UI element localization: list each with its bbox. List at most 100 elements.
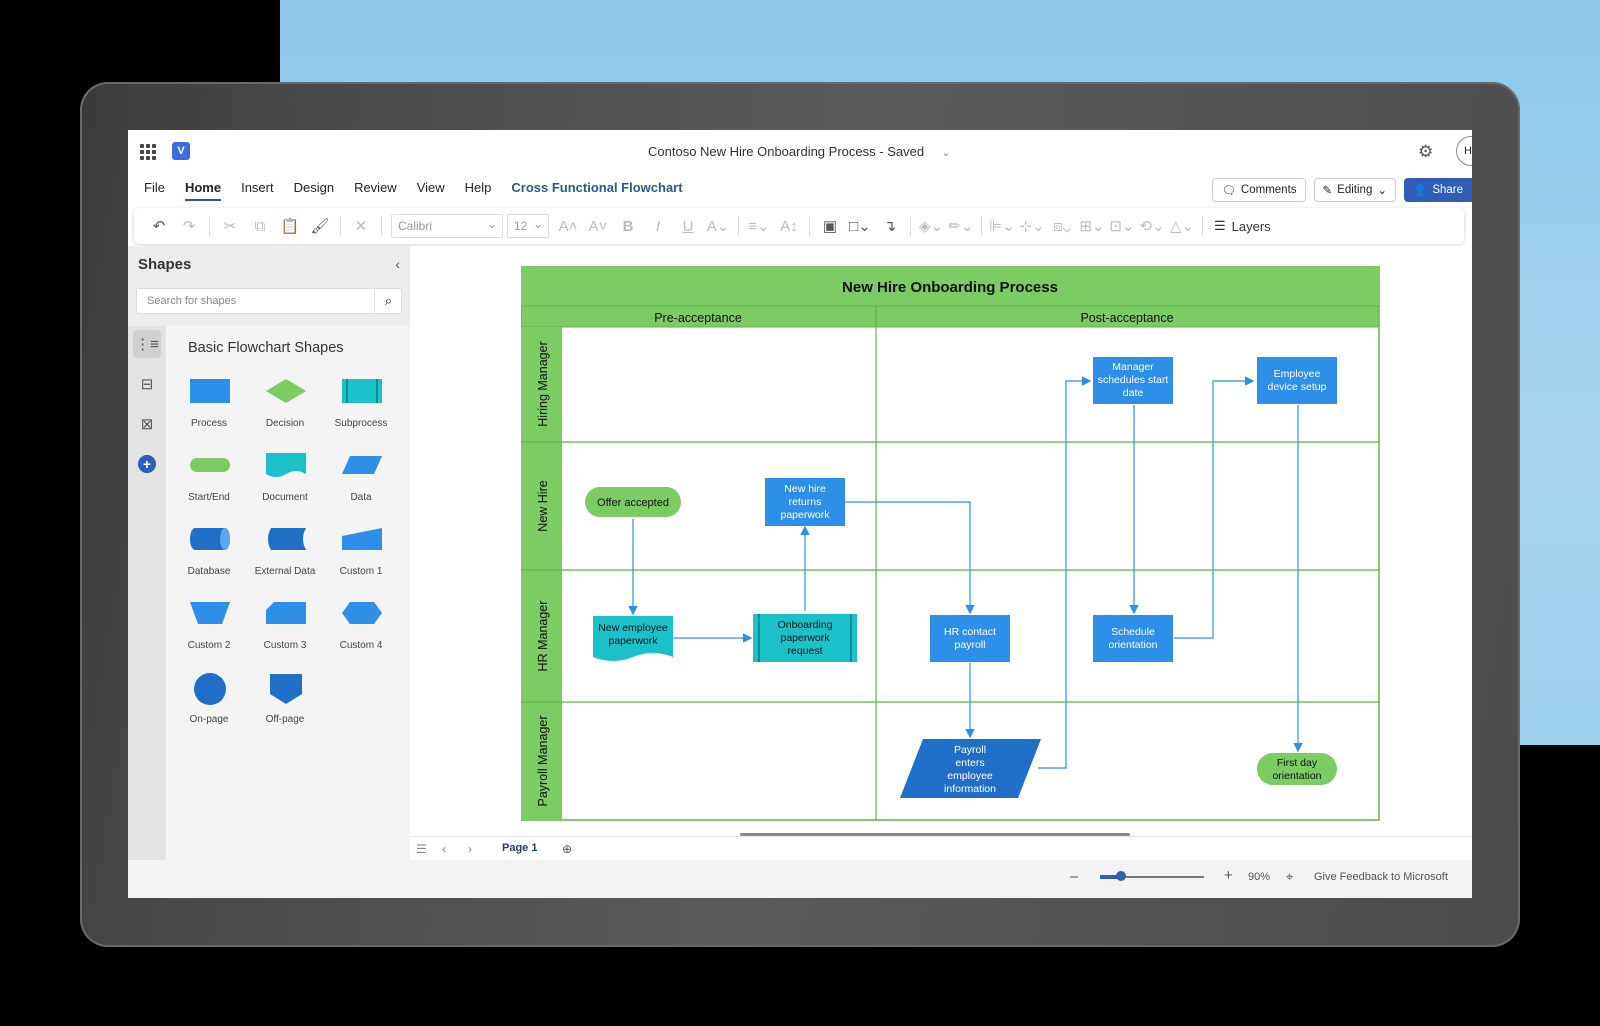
node-manager-schedules-start-date[interactable]: Manager schedules start date [1093,357,1173,404]
search-icon[interactable]: ⌕ [374,289,402,313]
shape-process[interactable]: Process [171,370,247,442]
italic-icon[interactable]: I [643,212,673,240]
shape-on-page[interactable]: On-page [171,666,247,738]
flowchart-stencil-icon[interactable]: ⋮≡ [133,330,161,358]
lane-new-hire[interactable]: New Hire [536,480,550,531]
fit-to-window-icon[interactable]: ⌖ [1286,869,1293,885]
page-tab[interactable]: Page 1 [502,842,537,854]
lane-hr-manager[interactable]: HR Manager [536,601,550,672]
cut-icon[interactable]: ✂ [215,212,245,240]
shape-custom-4[interactable]: Custom 4 [323,592,399,664]
text-box-icon[interactable]: ▣ [815,212,845,240]
connector-icon[interactable]: ↴ [875,212,905,240]
shape-database[interactable]: Database [171,518,247,590]
node-employee-device-setup[interactable]: Employee device setup [1257,357,1337,404]
size-icon[interactable]: ⊡⌄ [1107,212,1137,240]
node-new-hire-returns-paperwork[interactable]: New hire returns paperwork [765,478,845,526]
diagram-title[interactable]: New Hire Onboarding Process [842,279,1058,296]
text-size-icon[interactable]: A↕ [774,212,804,240]
menu-cross-functional-flowchart[interactable]: Cross Functional Flowchart [511,180,682,201]
share-button[interactable]: 👤 Share [1403,178,1472,202]
menu-review[interactable]: Review [354,180,397,201]
node-first-day-orientation[interactable]: First day orientation [1257,753,1337,785]
network-stencil-icon[interactable]: ⊠ [133,410,161,438]
underline-icon[interactable]: U [673,212,703,240]
phase-post-acceptance[interactable]: Post-acceptance [1080,311,1173,325]
phase-pre-acceptance[interactable]: Pre-acceptance [654,311,742,325]
shape-external-data[interactable]: External Data [247,518,323,590]
chevron-left-icon[interactable]: ‹ [395,256,400,272]
bold-icon[interactable]: B [613,212,643,240]
lane-hiring-manager[interactable]: Hiring Manager [536,341,550,426]
zoom-in-icon[interactable]: + [1224,867,1233,884]
shape-off-page[interactable]: Off-page [247,666,323,738]
increase-font-icon[interactable]: A˄ [553,212,583,240]
previous-page-icon[interactable]: ‹ [442,842,446,856]
node-schedule-orientation[interactable]: Schedule orientation [1093,615,1173,662]
zoom-level[interactable]: 90% [1248,871,1270,883]
menu-insert[interactable]: Insert [241,180,274,201]
align-icon[interactable]: ≡⌄ [744,212,774,240]
drawing-canvas[interactable]: New Hire Onboarding Process Pre-acceptan… [410,246,1472,836]
chevron-down-icon[interactable]: ⌄ [942,148,950,159]
search-input[interactable]: Search for shapes [136,288,402,314]
gear-icon[interactable]: ⚙ [1418,142,1433,162]
document-title-area[interactable]: Contoso New Hire Onboarding Process - Sa… [648,144,950,159]
shape-decision[interactable]: Decision [247,370,323,442]
flip-icon[interactable]: △⌄ [1167,212,1197,240]
position-icon[interactable]: ⊹⌄ [1017,212,1047,240]
menu-file[interactable]: File [144,180,165,201]
shape-custom-1[interactable]: Custom 1 [323,518,399,590]
shape-document[interactable]: Document [247,444,323,516]
copy-icon[interactable]: ⧉ [245,212,275,240]
menu-design[interactable]: Design [294,180,334,201]
avatar[interactable]: HI [1456,136,1472,166]
app-launcher-icon[interactable] [140,144,156,160]
undo-icon[interactable]: ↶ [144,212,174,240]
next-page-icon[interactable]: › [468,842,472,856]
node-payroll-enters-employee-information[interactable]: Payroll enters employee information [900,739,1041,798]
arrange-icon[interactable]: ⧈⌄ [1047,212,1077,240]
all-pages-icon[interactable]: ☰ [416,842,427,856]
node-onboarding-paperwork-request[interactable]: Onboarding paperwork request [753,614,857,662]
cross-functional-flowchart[interactable]: New Hire Onboarding Process Pre-acceptan… [520,265,1381,822]
shape-custom-2[interactable]: Custom 2 [171,592,247,664]
layers-button[interactable]: ☰ Layers [1214,218,1271,234]
redo-icon[interactable]: ↷ [174,212,204,240]
shape-subprocess[interactable]: Subprocess [323,370,399,442]
lane-payroll-manager[interactable]: Payroll Manager [536,715,550,806]
font-name-select[interactable]: Calibri [391,214,503,238]
zoom-out-icon[interactable]: – [1070,868,1078,885]
zoom-slider-thumb[interactable] [1115,871,1126,881]
comment-icon: 🗨 [1221,185,1236,197]
comments-button[interactable]: 🗨 Comments [1212,178,1306,202]
horizontal-scrollbar[interactable] [740,833,1130,836]
fill-color-icon[interactable]: ◈⌄ [916,212,946,240]
add-stencil-button[interactable]: + [133,450,161,478]
editing-mode-button[interactable]: ✎ Editing ⌄ [1313,178,1396,202]
rotate-icon[interactable]: ⟲⌄ [1137,212,1167,240]
diagram-stencil-icon[interactable]: ⊟ [133,370,161,398]
font-color-icon[interactable]: A⌄ [703,212,733,240]
line-color-icon[interactable]: ✏⌄ [946,212,976,240]
page-tab-bar: ☰ ‹ › Page 1 ⊕ [410,833,1472,860]
menu-view[interactable]: View [417,180,445,201]
shape-icon[interactable]: □⌄ [845,212,875,240]
feedback-link[interactable]: Give Feedback to Microsoft [1314,871,1448,883]
align-shapes-icon[interactable]: ⊫⌄ [987,212,1017,240]
add-page-icon[interactable]: ⊕ [562,842,572,856]
shape-data[interactable]: Data [323,444,399,516]
decrease-font-icon[interactable]: A˅ [583,212,613,240]
menu-help[interactable]: Help [465,180,492,201]
node-offer-accepted[interactable]: Offer accepted [585,487,681,517]
group-icon[interactable]: ⊞⌄ [1077,212,1107,240]
shape-custom-3[interactable]: Custom 3 [247,592,323,664]
delete-icon[interactable]: ✕ [346,212,376,240]
format-painter-icon[interactable]: 🖌 [305,212,335,240]
stencil-title: Basic Flowchart Shapes [188,340,344,356]
node-hr-contact-payroll[interactable]: HR contact payroll [930,615,1010,662]
menu-home[interactable]: Home [184,180,222,201]
paste-icon[interactable]: 📋 [275,212,305,240]
shape-start-end[interactable]: Start/End [171,444,247,516]
font-size-select[interactable]: 12 [507,214,549,238]
